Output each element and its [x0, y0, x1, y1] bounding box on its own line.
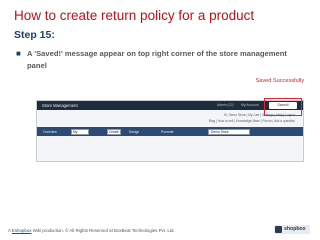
logo-text: shopbox — [284, 226, 306, 233]
footer-text: Wiki production. © All Rights Reserved a… — [32, 228, 175, 233]
logo-mark-icon — [275, 226, 282, 233]
bullet-item: ■ A 'Saved!' message appear on top right… — [16, 48, 306, 71]
bullet-dot-icon: ■ — [16, 49, 21, 58]
top-link-account[interactable]: My Account — [241, 103, 259, 107]
store-toolbar: Overview My Create Design Promote Demo S… — [37, 127, 303, 136]
my-dropdown[interactable]: My — [71, 128, 89, 135]
footer: A Eshopbox Wiki production. © All Rights… — [8, 228, 175, 233]
design-menu[interactable]: Design — [129, 129, 139, 135]
saved-successfully-callout: Saved Successfully — [255, 78, 304, 84]
store-selector[interactable]: Demo Store — [208, 128, 250, 135]
user-nav-links[interactable]: Hi, Demo Store | My Cart | Settings | He… — [224, 113, 295, 117]
store-management-screenshot: Store Management Admin (12) My Account S… — [36, 98, 304, 162]
help-nav-links[interactable]: Blog | How to sell | Knowledge Base | Fo… — [209, 119, 295, 123]
promote-menu[interactable]: Promote — [161, 129, 173, 135]
bullet-text: A 'Saved!' message appear on top right c… — [27, 49, 287, 70]
top-link-admin[interactable]: Admin (12) — [217, 103, 234, 107]
footer-link[interactable]: Eshopbox — [12, 228, 32, 233]
step-heading: Step 15: — [14, 29, 55, 41]
app-title: Store Management — [42, 102, 78, 108]
slide-title: How to create return policy for a produc… — [14, 8, 255, 23]
overview-button[interactable]: Overview — [43, 129, 57, 135]
eshopbox-logo: shopbox — [274, 225, 310, 234]
footer-prefix: A — [8, 228, 11, 233]
create-dropdown[interactable]: Create — [107, 128, 121, 135]
